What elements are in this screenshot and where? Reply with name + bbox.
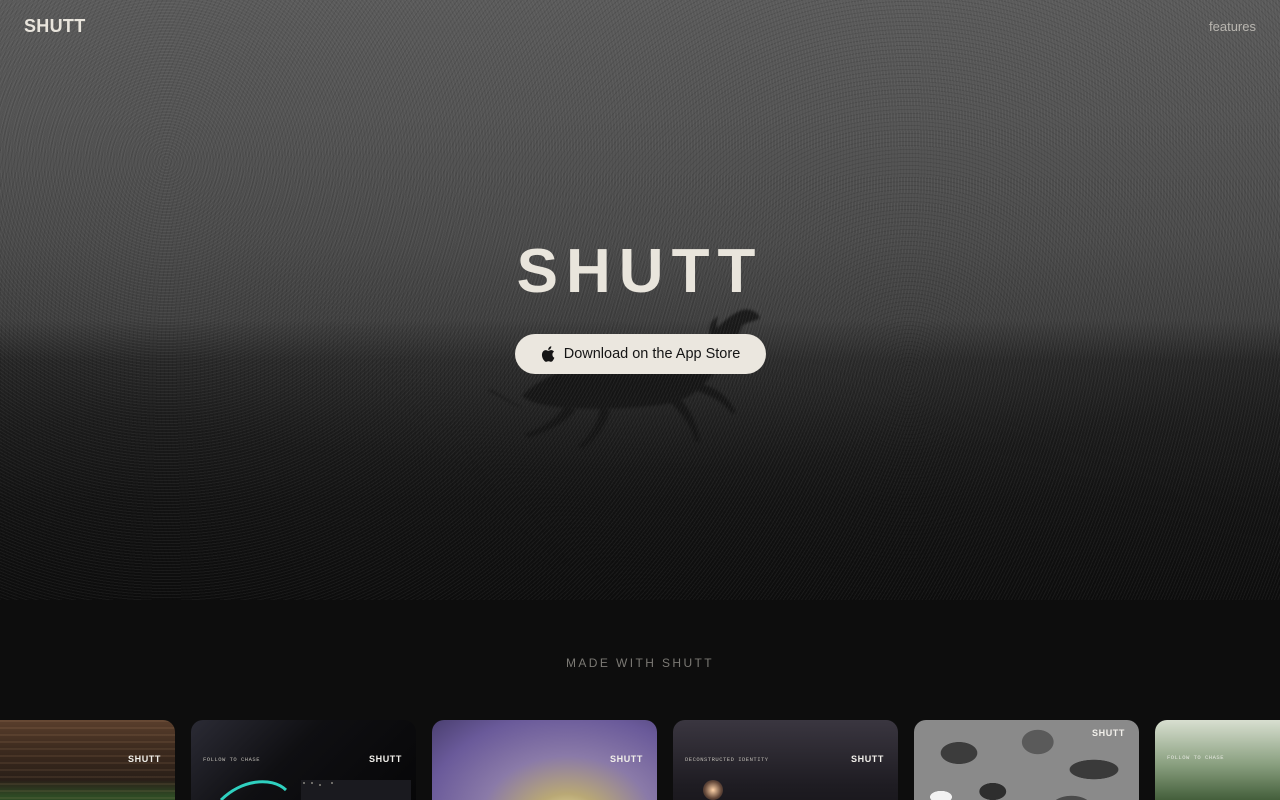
nav-features-link[interactable]: features (1209, 19, 1256, 34)
card-image-light (703, 780, 723, 800)
card-logo: SHUTT (1092, 728, 1125, 738)
app-store-download-button[interactable]: Download on the App Store (515, 334, 766, 374)
gallery-card[interactable]: SHUTT (914, 720, 1139, 800)
card-logo: SHUTT (610, 754, 643, 764)
brand-logo[interactable]: SHUTT (24, 16, 86, 37)
apple-icon (541, 346, 555, 362)
galloping-horse-image (488, 309, 760, 449)
gallery-card[interactable]: SHUTT (0, 720, 175, 800)
card-logo: SHUTT (128, 754, 161, 764)
gallery-carousel[interactable]: SHUTT FOLLOW TO CHASE SHUTT SHUTT DECONS… (0, 720, 1280, 800)
card-image-track (219, 780, 411, 800)
made-with-section-label: MADE WITH SHUTT (566, 656, 714, 670)
gallery-card[interactable]: FOLLOW TO CHASE (1155, 720, 1280, 800)
gallery-card[interactable]: SHUTT (432, 720, 657, 800)
app-store-button-label: Download on the App Store (563, 346, 741, 362)
gallery-card[interactable]: DECONSTRUCTED IDENTITY SHUTT (673, 720, 898, 800)
gallery-card[interactable]: FOLLOW TO CHASE SHUTT (191, 720, 416, 800)
hero-title: SHUTT (516, 237, 764, 306)
card-caption: DECONSTRUCTED IDENTITY (685, 756, 769, 763)
card-logo: SHUTT (851, 754, 884, 764)
card-caption: FOLLOW TO CHASE (1167, 754, 1225, 761)
